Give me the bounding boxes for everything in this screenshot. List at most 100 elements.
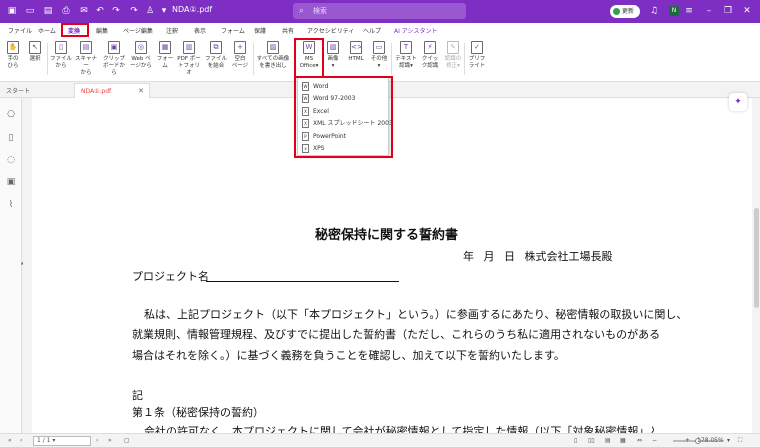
pages-icon[interactable]: ▯ [6, 133, 16, 144]
menu-bar: ファイル ホーム 変換 編集 ページ編集 注釈 表示 フォーム 保護 共有 アク… [0, 23, 760, 37]
first-page-icon[interactable]: « [8, 437, 12, 444]
label: スキャナー [74, 56, 97, 69]
label: 認識の [444, 56, 462, 62]
two-page-icon[interactable]: ▯▯ [588, 437, 595, 444]
ai-assistant-float-button[interactable]: ✦ [729, 93, 747, 111]
label: ライト [468, 63, 486, 69]
tab-document[interactable]: NDA①.pdf ✕ [74, 83, 150, 98]
export-all-images-button[interactable]: ▨ すべての画像 を書き出し [256, 41, 290, 70]
search-placeholder: 検索 [313, 7, 327, 15]
hand-icon: ✋ [7, 41, 19, 54]
text-recognition-button[interactable]: T テキスト 認識▾ [393, 41, 419, 70]
label: ム [162, 63, 168, 69]
from-file-button[interactable]: ▯ ファイル から [48, 41, 74, 70]
bell-icon[interactable]: ♫ [648, 5, 660, 17]
menu-annotate[interactable]: 注釈 [166, 26, 178, 35]
menu-protect[interactable]: 保護 [254, 26, 266, 35]
paragraph-line: 私は、上記プロジェクト（以下「本プロジェクト」という。）に参画するにあたり、秘密… [144, 308, 688, 321]
update-button[interactable]: 更新 [610, 5, 640, 18]
menu-icon[interactable]: ≡ [683, 5, 695, 17]
tab-document-label: NDA①.pdf [81, 88, 112, 95]
avatar[interactable]: N [669, 6, 679, 16]
menu-share[interactable]: 共有 [282, 26, 294, 35]
label: ボードから [102, 63, 125, 76]
label: を書き出し [259, 63, 287, 69]
label: ファイル [49, 56, 72, 62]
label: 手の [7, 56, 19, 62]
paperclip-icon[interactable]: ⌇ [6, 200, 16, 211]
merge-files-button[interactable]: ⧉ ファイル を結合 [203, 41, 229, 70]
menu-edit[interactable]: 編集 [96, 26, 108, 35]
label: ファイル [204, 56, 227, 62]
menu-form[interactable]: フォーム [221, 26, 245, 35]
bookmark-icon[interactable]: ⎔ [6, 110, 16, 121]
update-label: 更新 [622, 8, 635, 15]
zoom-out-icon[interactable]: − [652, 437, 657, 444]
undo-icon[interactable]: ↶ [94, 5, 106, 17]
article-1-heading: 第１条（秘密保持の誓約） [132, 406, 264, 419]
print-icon[interactable]: ⎙ [60, 5, 72, 17]
attachment-box-icon[interactable]: ▣ [6, 177, 16, 188]
last-page-icon[interactable]: » [108, 437, 112, 444]
search-input[interactable]: ⌕ 検索 [293, 3, 466, 19]
maximize-icon[interactable]: ❐ [722, 5, 734, 17]
ocr-icon: T [400, 41, 412, 54]
preflight-button[interactable]: ✓ プリフ ライト [464, 41, 490, 70]
other-button[interactable]: ▭ その他 ▾ [366, 41, 392, 70]
next-page-icon[interactable]: › [96, 437, 98, 444]
vertical-scrollbar[interactable] [752, 98, 760, 433]
menu-help[interactable]: ヘルプ [363, 26, 381, 35]
label: PDF ポー [177, 56, 201, 62]
divider [391, 43, 392, 75]
comment-icon[interactable]: ◌ [6, 155, 16, 166]
fullscreen-icon[interactable]: ⛶ [738, 437, 742, 445]
tab-start[interactable]: スタート [6, 86, 30, 95]
save-icon[interactable]: ▤ [42, 5, 54, 17]
file-icon: ▯ [55, 41, 67, 54]
zoom-dropdown-icon[interactable]: ▾ [727, 437, 730, 444]
zoom-in-icon[interactable]: + [685, 437, 690, 444]
form-button[interactable]: ▦ フォーム [152, 41, 178, 70]
project-name-underline [206, 281, 399, 282]
paragraph-line: 就業規則、情報管理規程、及びすでに提出した誓約書（ただし、これらのうち私に適用さ… [132, 328, 661, 341]
chevron-down-icon[interactable]: ▾ [158, 5, 170, 17]
fix-recognition-button: ✎ 認識の 修正▾ [444, 41, 462, 69]
label: その他 [370, 56, 388, 62]
redo-icon[interactable]: ↷ [110, 5, 122, 17]
fit-width-icon[interactable]: ⇔ [637, 437, 642, 444]
label: を結合 [207, 63, 225, 69]
blank-page-button[interactable]: + 空白 ページ [227, 41, 253, 70]
from-scanner-button[interactable]: ▤ スキャナー から [73, 41, 99, 77]
select-tool-button[interactable]: ↖ 選択 [22, 41, 48, 63]
fit-page-icon[interactable]: ▢ [124, 437, 130, 444]
html-icon: <> [350, 41, 363, 54]
menu-accessibility[interactable]: アクセシビリティ [307, 26, 354, 35]
single-page-icon[interactable]: ▯ [574, 437, 577, 444]
minimize-icon[interactable]: – [703, 5, 715, 17]
quick-ocr-icon: ⚡ [424, 41, 436, 54]
scroll-view-icon[interactable]: ▤ [605, 437, 611, 444]
divider [253, 43, 254, 75]
menu-ai-assistant[interactable]: AI アシスタント [394, 26, 438, 35]
image-icon: ▧ [327, 41, 339, 54]
grid-view-icon[interactable]: ▦ [620, 437, 626, 444]
menu-file[interactable]: ファイル [8, 26, 32, 35]
clipboard-icon: ▣ [108, 41, 120, 54]
pdf-portfolio-button[interactable]: ▥ PDF ポー トフォリオ [176, 41, 202, 77]
menu-view[interactable]: 表示 [194, 26, 206, 35]
menu-home[interactable]: ホーム [38, 26, 56, 35]
zoom-value[interactable]: 178.05% [697, 437, 724, 444]
from-web-button[interactable]: ◎ Web ページから [128, 41, 154, 70]
page-number-input[interactable]: 1 / 1 ▾ [33, 436, 91, 446]
prev-page-icon[interactable]: ‹ [20, 437, 22, 444]
open-folder-icon[interactable]: ▭ [24, 5, 36, 17]
label: Web ペ [131, 56, 151, 62]
menu-page-edit[interactable]: ページ編集 [123, 26, 153, 35]
ms-office-highlight [294, 38, 324, 78]
close-icon[interactable]: ✕ [741, 5, 753, 17]
from-clipboard-button[interactable]: ▣ クリップ ボードから [101, 41, 127, 77]
close-tab-icon[interactable]: ✕ [138, 87, 144, 95]
stamp-icon[interactable]: ♙ [144, 5, 156, 17]
scroll-thumb[interactable] [754, 208, 759, 308]
mail-icon[interactable]: ✉ [78, 5, 90, 17]
